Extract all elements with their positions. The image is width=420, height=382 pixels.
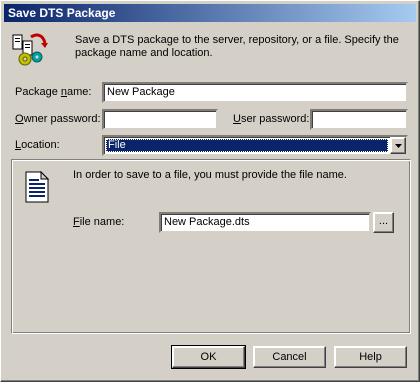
save-dts-package-dialog: Save DTS Package Save a DTS package to t… xyxy=(0,0,420,382)
package-name-label: Package name: xyxy=(15,86,92,98)
ok-button[interactable]: OK xyxy=(171,345,246,369)
file-name-label: File name: xyxy=(73,216,125,228)
cancel-button[interactable]: Cancel xyxy=(253,346,326,368)
user-password-label: User password: xyxy=(233,113,310,125)
file-save-message: In order to save to a file, you must pro… xyxy=(73,169,347,181)
location-selected-value: File xyxy=(106,139,388,152)
package-name-input[interactable]: New Package xyxy=(102,82,408,103)
document-icon xyxy=(25,170,50,203)
help-button[interactable]: Help xyxy=(334,346,407,368)
location-dropdown-button[interactable] xyxy=(390,137,406,154)
header-description: Save a DTS package to the server, reposi… xyxy=(75,34,399,59)
location-label: Location: xyxy=(15,139,60,151)
location-select[interactable]: File xyxy=(102,135,408,156)
owner-password-label: Owner password: xyxy=(15,113,101,125)
browse-button[interactable]: ... xyxy=(373,212,394,233)
title-bar[interactable]: Save DTS Package xyxy=(4,4,416,22)
package-gears-icon xyxy=(11,31,49,67)
file-location-group xyxy=(11,159,411,334)
chevron-down-icon xyxy=(395,144,402,148)
file-name-input[interactable]: New Package.dts xyxy=(159,212,371,233)
window-title: Save DTS Package xyxy=(8,6,116,20)
owner-password-input[interactable] xyxy=(102,109,218,130)
user-password-input[interactable] xyxy=(310,109,408,130)
